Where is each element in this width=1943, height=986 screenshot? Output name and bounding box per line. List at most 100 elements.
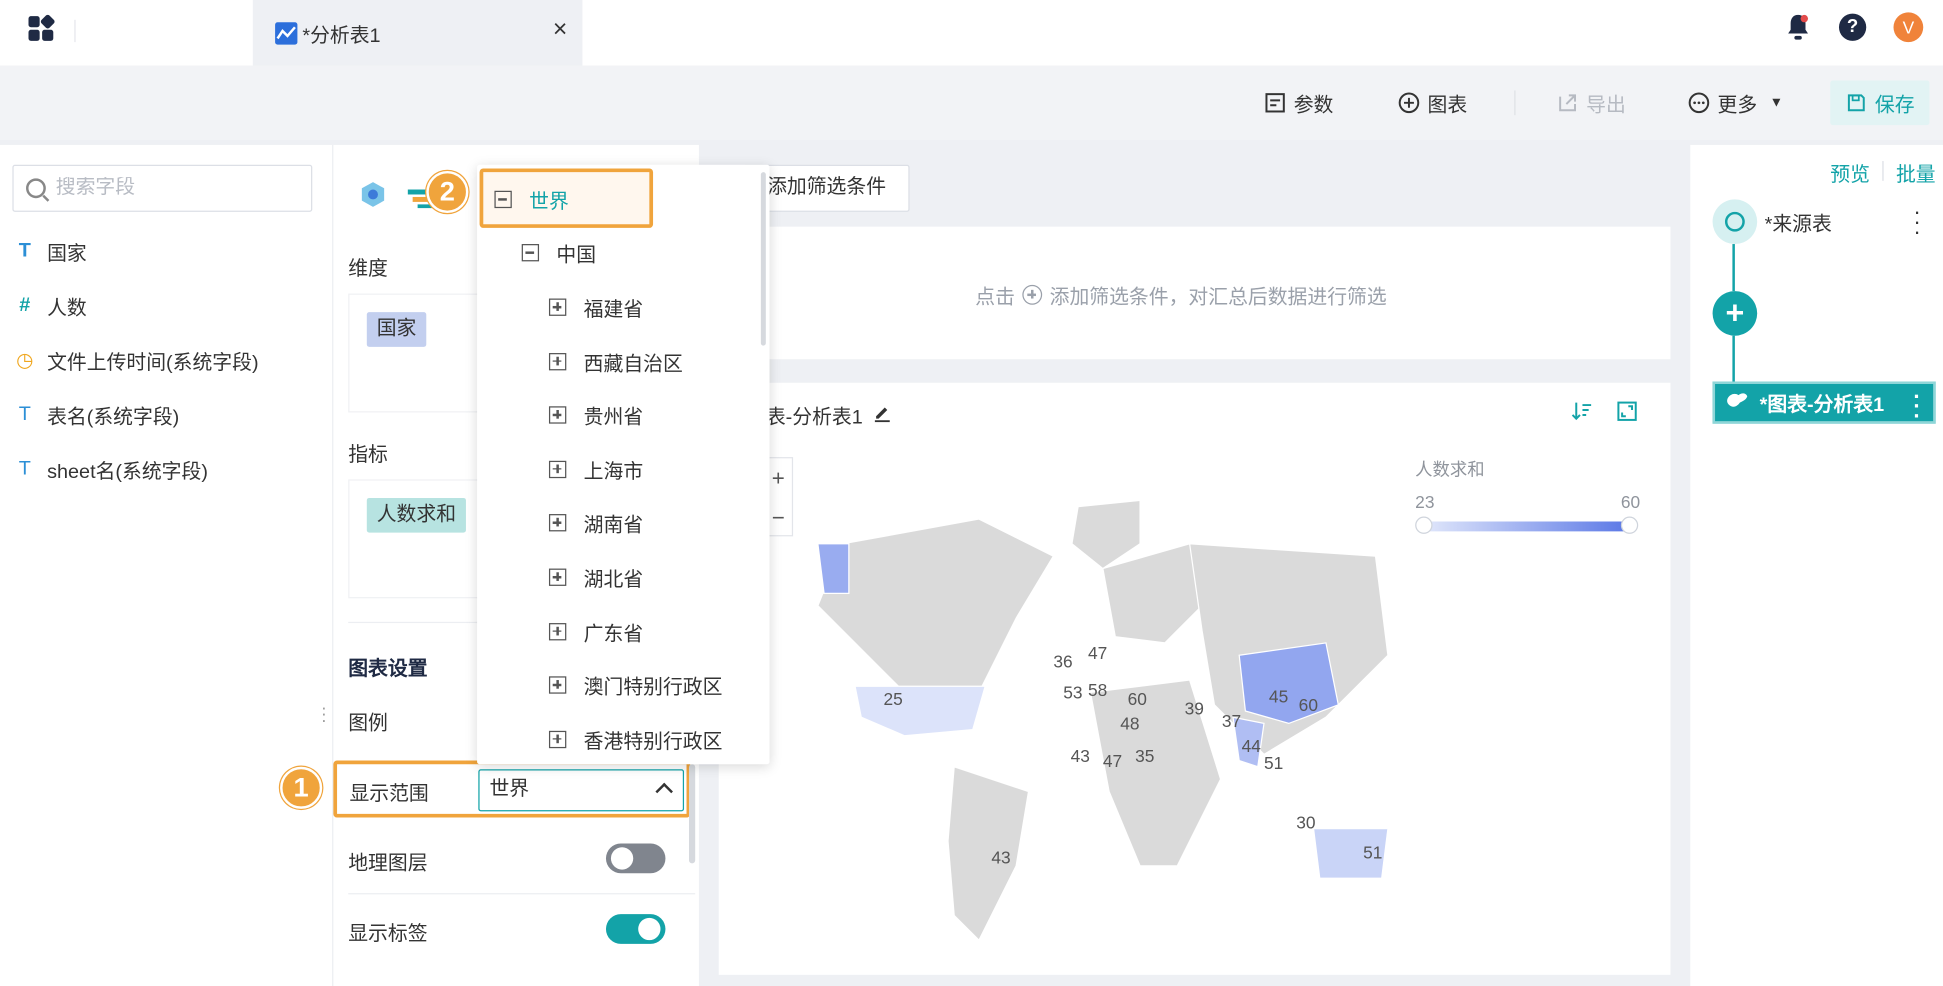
chart-card: 表-分析表1 25 36 47 53 58 60 48 39 37 45 60 43 47 35 44 51 3… xyxy=(718,382,1671,975)
source-node[interactable]: *来源表 · · · xyxy=(1712,199,1936,245)
toolbar: 参数 图表 导出 更多 ▼ 保存 xyxy=(0,65,1943,140)
tree-node-province[interactable]: 上海市 xyxy=(548,454,643,484)
more-vertical-icon[interactable]: · · · xyxy=(1913,201,1920,243)
config-scrollbar[interactable] xyxy=(688,764,696,864)
help-icon[interactable]: ? xyxy=(1838,13,1867,41)
number-field-icon: # xyxy=(19,294,31,316)
expand-icon[interactable] xyxy=(548,568,567,586)
tree-label: 湖北省 xyxy=(583,569,644,591)
chart-node[interactable]: *图表-分析表1 · · · xyxy=(1712,381,1936,427)
north-america-shape[interactable] xyxy=(817,518,1055,706)
source-name: *来源表 xyxy=(1764,214,1832,236)
show-label-toggle[interactable] xyxy=(605,914,666,944)
south-america-shape[interactable] xyxy=(947,765,1030,941)
collapse-icon[interactable] xyxy=(521,244,540,262)
display-range-row: 显示范围 世界 xyxy=(333,760,691,818)
search-input[interactable] xyxy=(55,177,304,200)
field-item-count[interactable]: # 人数 xyxy=(12,291,86,321)
usa-shape[interactable] xyxy=(854,685,986,737)
tree-node-province[interactable]: 澳门特别行政区 xyxy=(548,670,722,700)
flow-connector xyxy=(1732,244,1735,292)
save-label: 保存 xyxy=(1874,95,1915,117)
expand-icon[interactable] xyxy=(548,730,567,748)
geo-layer-label: 地理图层 xyxy=(348,853,428,875)
source-icon xyxy=(1712,199,1758,245)
filter-hint-prefix: 点击 xyxy=(975,287,1015,309)
tree-node-province[interactable]: 广东省 xyxy=(548,616,643,646)
preview-link[interactable]: 预览 xyxy=(1830,157,1870,187)
alaska-shape[interactable] xyxy=(817,543,850,594)
tree-scrollbar[interactable] xyxy=(760,172,766,346)
tree-node-province[interactable]: 福建省 xyxy=(548,292,643,322)
tree-node-world[interactable]: 世界 xyxy=(494,185,569,215)
tree-node-province[interactable]: 西藏自治区 xyxy=(548,346,683,376)
divider xyxy=(348,893,696,895)
field-search[interactable] xyxy=(12,164,313,212)
collapse-icon[interactable] xyxy=(494,190,512,209)
expand-icon[interactable] xyxy=(548,514,567,532)
add-node-button[interactable]: + xyxy=(1712,291,1758,336)
field-item-table-name[interactable]: T 表名(系统字段) xyxy=(12,400,180,430)
tree-node-china[interactable]: 中国 xyxy=(521,238,596,268)
tree-label: 湖南省 xyxy=(583,515,644,537)
show-label-label: 显示标签 xyxy=(348,924,428,946)
map-value-label: 43 xyxy=(1071,746,1090,766)
close-icon[interactable]: × xyxy=(548,15,573,45)
expand-icon[interactable] xyxy=(548,298,567,316)
geo-layer-toggle[interactable] xyxy=(605,843,666,874)
export-label: 导出 xyxy=(1586,95,1626,117)
plus-circle-icon xyxy=(1398,92,1420,114)
resize-handle[interactable]: · · · xyxy=(321,699,327,729)
tree-label: 世界 xyxy=(529,191,569,214)
tree-node-province[interactable]: 香港特别行政区 xyxy=(548,724,723,754)
field-item-sheet-name[interactable]: T sheet名(系统字段) xyxy=(12,455,208,485)
world-map[interactable]: 2536 4753 58 6048393745 6043 47 35 44513043 51 xyxy=(768,469,1388,941)
field-item-country[interactable]: T 国家 xyxy=(12,237,87,267)
filter-zone: 点击 添加筛选条件，对汇总后数据进行筛选 xyxy=(718,226,1671,360)
export-button[interactable]: 导出 xyxy=(1556,88,1626,118)
tree-node-province[interactable]: 贵州省 xyxy=(548,400,644,430)
batch-link[interactable]: 批量 xyxy=(1896,157,1936,187)
measure-chip[interactable]: 人数求和 xyxy=(366,497,466,533)
add-circle-icon[interactable] xyxy=(1022,284,1043,305)
map-value-label: 60 xyxy=(1299,695,1318,715)
fullscreen-icon[interactable] xyxy=(1616,400,1638,422)
save-button[interactable]: 保存 xyxy=(1830,80,1930,126)
tree-label: 西藏自治区 xyxy=(583,353,683,375)
params-button[interactable]: 参数 xyxy=(1264,88,1333,118)
expand-icon[interactable] xyxy=(548,622,567,640)
add-chart-button[interactable]: 图表 xyxy=(1398,88,1467,118)
legend-title: 人数求和 xyxy=(1415,459,1485,480)
fields-panel: T 国家 # 人数 ◷ 文件上传时间(系统字段) T 表名(系统字段) T sh… xyxy=(0,144,333,986)
sort-icon[interactable] xyxy=(1571,400,1593,422)
chart-type-icon[interactable] xyxy=(358,180,388,216)
export-icon xyxy=(1556,92,1578,114)
legend-min: 23 xyxy=(1415,491,1435,512)
field-label: sheet名(系统字段) xyxy=(47,462,208,484)
more-button[interactable]: 更多 ▼ xyxy=(1688,88,1783,118)
display-range-select[interactable]: 世界 xyxy=(478,769,685,812)
expand-icon[interactable] xyxy=(548,676,567,694)
expand-icon[interactable] xyxy=(548,460,567,478)
legend-handle-max[interactable] xyxy=(1620,516,1639,534)
dimension-chip[interactable]: 国家 xyxy=(366,312,427,347)
flow-connector xyxy=(1732,335,1735,382)
expand-icon[interactable] xyxy=(548,352,567,370)
tree-label: 香港特别行政区 xyxy=(583,731,723,753)
tree-label: 贵州省 xyxy=(583,407,644,429)
tree-node-province[interactable]: 湖南省 xyxy=(548,508,644,538)
legend-handle-min[interactable] xyxy=(1415,516,1433,534)
apps-grid-icon[interactable] xyxy=(22,13,64,44)
clock-icon: ◷ xyxy=(16,350,34,372)
greenland-shape[interactable] xyxy=(1071,499,1141,570)
bell-icon[interactable] xyxy=(1784,12,1811,42)
text-field-icon: T xyxy=(18,458,31,480)
field-item-upload-time[interactable]: ◷ 文件上传时间(系统字段) xyxy=(12,346,258,376)
expand-icon[interactable] xyxy=(548,406,567,424)
tab-analysis[interactable]: *分析表1 × xyxy=(252,0,583,66)
dimension-label: 维度 xyxy=(348,258,388,280)
avatar[interactable]: V xyxy=(1893,12,1924,43)
edit-icon[interactable] xyxy=(873,402,893,428)
tree-node-province[interactable]: 湖北省 xyxy=(548,562,644,592)
more-vertical-icon[interactable]: · · · xyxy=(1913,385,1920,427)
